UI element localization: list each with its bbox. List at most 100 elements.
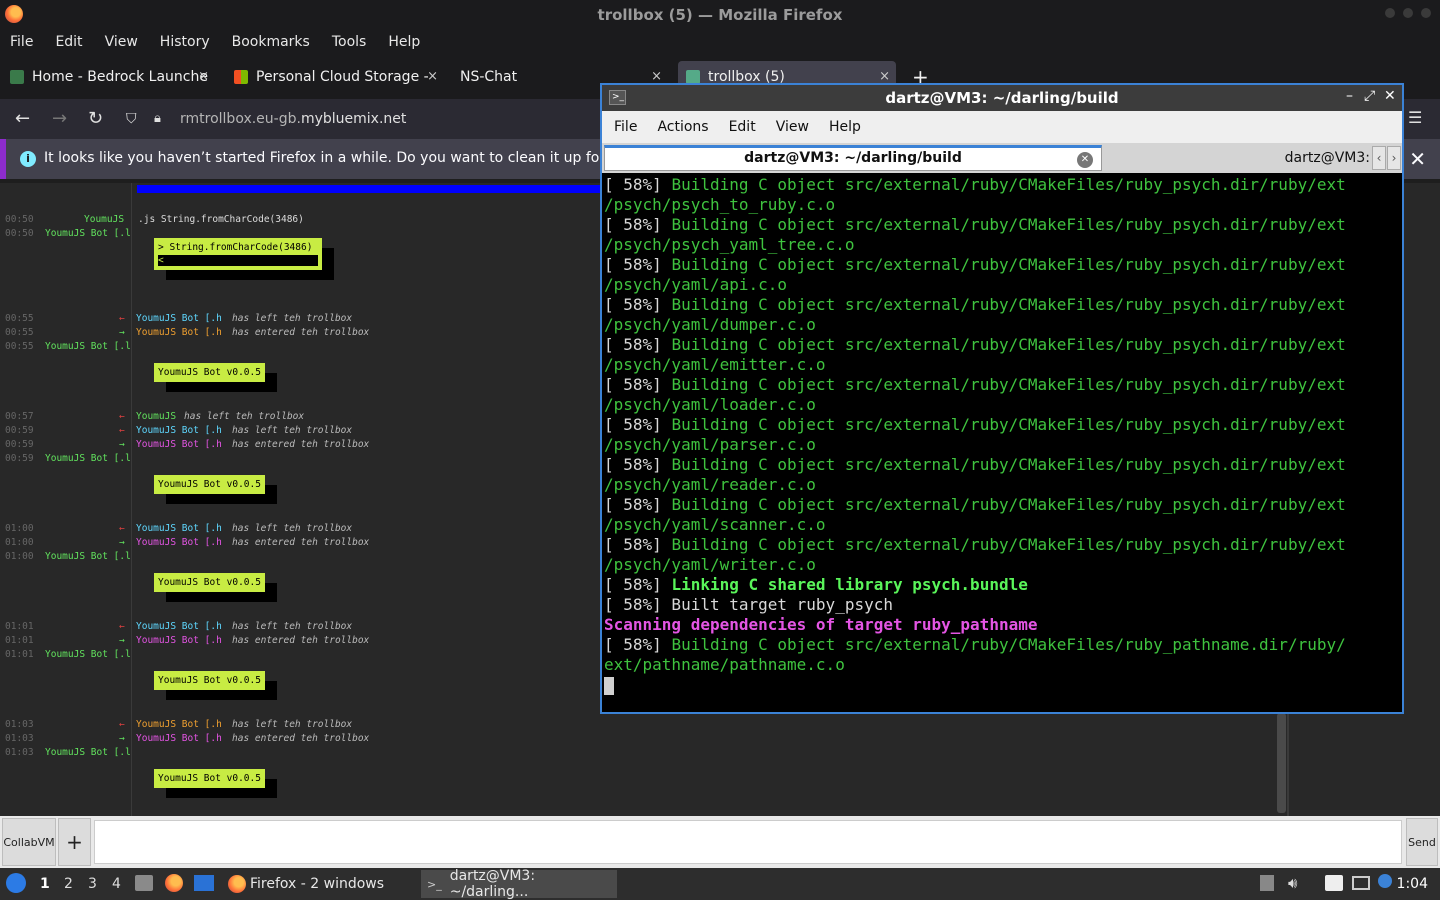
leave-arrow-icon: ← (119, 523, 125, 534)
terminal-text: [ 58%] (604, 215, 672, 234)
tab-close-icon[interactable]: × (879, 69, 890, 84)
file-manager-icon[interactable] (135, 875, 153, 891)
back-icon[interactable]: ← (15, 108, 30, 129)
chat-timestamp: 00:50 (5, 214, 34, 225)
notification-icon[interactable] (1378, 874, 1392, 888)
terminal-menu-edit[interactable]: Edit (729, 119, 756, 135)
minimize-icon[interactable]: – (1346, 88, 1353, 104)
menu-history[interactable]: History (160, 34, 210, 50)
shield-icon[interactable]: ⛉ (126, 104, 137, 134)
chat-scrollbar[interactable] (1277, 713, 1286, 813)
menu-view[interactable]: View (105, 34, 138, 50)
minimize-icon[interactable] (1385, 8, 1395, 18)
reload-icon[interactable]: ↻ (88, 108, 103, 129)
eject-icon[interactable] (1260, 875, 1274, 891)
tab-label: NS-Chat (460, 69, 518, 85)
tab-label: Home - Bedrock Launche (32, 69, 208, 85)
menu-edit[interactable]: Edit (55, 34, 82, 50)
notification-close-icon[interactable]: ✕ (1409, 147, 1426, 171)
enter-arrow-icon: → (119, 537, 125, 548)
clipboard-icon[interactable] (1325, 875, 1343, 891)
event-nick[interactable]: YoumuJS Bot [.h (136, 621, 222, 632)
bot-output-text: > String.fromCharCode(3486) (158, 242, 313, 253)
chat-timestamp: 00:55 (5, 327, 34, 338)
maximize-icon[interactable]: ⤢ (1364, 88, 1375, 104)
tab-bedrock[interactable]: Home - Bedrock Launche × (10, 61, 215, 93)
chat-nick[interactable]: YoumuJS (84, 214, 124, 225)
tab-close-icon[interactable]: × (427, 69, 438, 84)
menu-tools[interactable]: Tools (332, 34, 367, 50)
tab-close-icon[interactable]: × (651, 69, 662, 84)
terminal-menu-file[interactable]: File (614, 119, 637, 135)
terminal-menu-view[interactable]: View (776, 119, 809, 135)
event-nick[interactable]: YoumuJS Bot [.h (136, 439, 222, 450)
network-icon[interactable] (1352, 876, 1370, 890)
terminal-line: /psych/psych_to_ruby.c.o (604, 195, 1400, 215)
close-icon[interactable]: ✕ (1384, 88, 1396, 104)
tab-close-icon[interactable]: × (198, 69, 209, 84)
event-nick[interactable]: YoumuJS Bot [.h (136, 523, 222, 534)
firefox-titlebar: trollbox (5) — Mozilla Firefox (0, 0, 1440, 29)
terminal-line: [ 58%] Building C object src/external/ru… (604, 535, 1400, 555)
desktop-icon[interactable] (194, 875, 214, 891)
bot-output-text: YoumuJS Bot v0.0.5 (158, 479, 261, 490)
task-firefox[interactable]: Firefox - 2 windows (222, 870, 412, 898)
event-nick[interactable]: YoumuJS Bot [.h (136, 537, 222, 548)
menu-help[interactable]: Help (388, 34, 420, 50)
tab-scroll-left-icon[interactable]: ‹ (1372, 146, 1386, 170)
collabvm-button[interactable]: CollabVM (2, 818, 56, 866)
leave-arrow-icon: ← (119, 411, 125, 422)
workspace-1[interactable]: 1 (40, 876, 50, 892)
bot-output-text: YoumuJS Bot v0.0.5 (158, 675, 261, 686)
chat-message-input[interactable] (94, 820, 1402, 864)
menu-file[interactable]: File (10, 34, 33, 50)
event-nick[interactable]: YoumuJS Bot [.h (136, 313, 222, 324)
tab-cloud-storage[interactable]: Personal Cloud Storage - × (234, 61, 444, 93)
event-text: has entered teh trollbox (232, 635, 370, 646)
event-nick[interactable]: YoumuJS Bot [.h (136, 635, 222, 646)
event-nick[interactable]: YoumuJS Bot [.h (136, 733, 222, 744)
menu-bookmarks[interactable]: Bookmarks (232, 34, 310, 50)
tab-close-icon[interactable]: ✕ (1077, 152, 1093, 168)
event-nick[interactable]: YoumuJS Bot [.h (136, 327, 222, 338)
task-terminal[interactable]: >_ dartz@VM3: ~/darling... (421, 868, 617, 900)
chat-nick[interactable]: YoumuJS Bot [.l (45, 228, 131, 239)
forward-icon[interactable]: → (52, 108, 67, 129)
terminal-text: /psych/yaml/writer.c.o (604, 555, 816, 574)
firefox-launcher-icon[interactable] (165, 874, 183, 892)
terminal-tab-active[interactable]: dartz@VM3: ~/darling/build ✕ (604, 145, 1102, 171)
event-nick[interactable]: YoumuJS (136, 411, 176, 422)
start-menu-icon[interactable] (6, 873, 26, 893)
terminal-text: /psych/psych_to_ruby.c.o (604, 195, 836, 214)
lock-icon[interactable]: 🔒︎ (154, 104, 161, 134)
chat-nick[interactable]: YoumuJS Bot [.l (45, 341, 131, 352)
chat-timestamp: 01:03 (5, 719, 34, 730)
close-icon[interactable] (1421, 8, 1431, 18)
workspace-4[interactable]: 4 (112, 876, 121, 892)
url-domain: mybluemix.net (300, 111, 407, 127)
workspace-3[interactable]: 3 (88, 876, 97, 892)
bot-output-box: YoumuJS Bot v0.0.5 (154, 769, 265, 788)
url-bar[interactable]: ⛉ 🔒︎ rmtrollbox.eu-gb.mybluemix.net (118, 104, 598, 134)
chat-nick[interactable]: YoumuJS Bot [.l (45, 551, 131, 562)
hamburger-menu-icon[interactable]: ☰ (1408, 108, 1422, 127)
bot-output-text: YoumuJS Bot v0.0.5 (158, 773, 261, 784)
chat-nick[interactable]: YoumuJS Bot [.l (45, 649, 131, 660)
terminal-line: /psych/yaml/writer.c.o (604, 555, 1400, 575)
terminal-menu-actions[interactable]: Actions (657, 119, 708, 135)
terminal-titlebar: >_ dartz@VM3: ~/darling/build – ⤢ ✕ (602, 85, 1402, 111)
event-nick[interactable]: YoumuJS Bot [.h (136, 425, 222, 436)
terminal-menu-help[interactable]: Help (829, 119, 861, 135)
chat-nick[interactable]: YoumuJS Bot [.l (45, 747, 131, 758)
chat-nick[interactable]: YoumuJS Bot [.l (45, 453, 131, 464)
add-button[interactable]: + (58, 818, 91, 866)
tab-scroll-right-icon[interactable]: › (1387, 146, 1401, 170)
send-button[interactable]: Send (1406, 818, 1438, 866)
terminal-line: [ 58%] Building C object src/external/ru… (604, 375, 1400, 395)
terminal-tab-2[interactable]: dartz@VM3: (1102, 145, 1372, 171)
volume-icon[interactable]: 🔊︎ (1288, 874, 1297, 892)
event-nick[interactable]: YoumuJS Bot [.h (136, 719, 222, 730)
terminal-output[interactable]: [ 58%] Building C object src/external/ru… (604, 175, 1400, 710)
maximize-icon[interactable] (1403, 8, 1413, 18)
workspace-2[interactable]: 2 (64, 876, 73, 892)
